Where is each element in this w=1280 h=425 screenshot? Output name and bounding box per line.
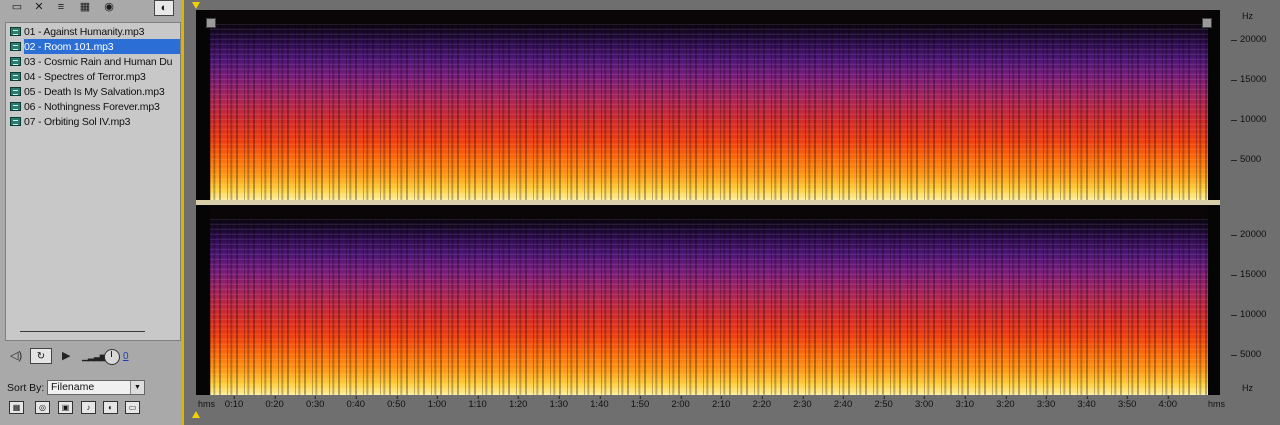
time-tick-label: 3:10 bbox=[955, 396, 975, 410]
time-unit-label: hms bbox=[198, 399, 216, 409]
open-folder-icon[interactable]: ▭ bbox=[10, 1, 24, 14]
loop-button[interactable]: ↻ bbox=[30, 348, 52, 364]
preview-transport: ◁) ↻ ▶ ▁▂▃▅ 0 bbox=[8, 348, 178, 366]
time-tick-label: 1:20 bbox=[508, 396, 528, 410]
playhead-marker-icon[interactable] bbox=[192, 411, 200, 418]
frequency-axis-bottom: Hz 20000 15000 10000 5000 bbox=[1220, 205, 1280, 395]
sort-label: Sort By: bbox=[7, 382, 45, 394]
hz-unit-label: Hz bbox=[1242, 383, 1253, 393]
speaker-icon[interactable]: ◁) bbox=[10, 349, 22, 363]
time-tick-label: 1:00 bbox=[427, 396, 447, 410]
list-item[interactable]: 05 - Death Is My Salvation.mp3 bbox=[24, 84, 180, 99]
time-tick-label: 0:30 bbox=[305, 396, 325, 410]
list-item[interactable]: 03 - Cosmic Rain and Human Du bbox=[24, 54, 180, 69]
volume-meter-icon: ▁▂▃▅ bbox=[82, 351, 107, 361]
audio-file-icon bbox=[10, 27, 21, 36]
list-item[interactable]: 06 - Nothingness Forever.mp3 bbox=[24, 99, 180, 114]
time-tick-label: 0:40 bbox=[346, 396, 366, 410]
time-tick-label: 3:00 bbox=[914, 396, 934, 410]
time-tick-label: 3:50 bbox=[1117, 396, 1137, 410]
audio-file-icon bbox=[10, 72, 21, 81]
play-icon[interactable]: ▶ bbox=[62, 349, 70, 363]
hz-tick-label: 20000 bbox=[1230, 34, 1267, 45]
sort-row: Sort By: Filename ▼ bbox=[7, 380, 182, 396]
close-file-icon[interactable]: ✕ bbox=[32, 1, 46, 14]
show-audio-icon[interactable]: ▦ bbox=[9, 401, 24, 414]
fade-out-handle[interactable] bbox=[1202, 18, 1212, 28]
playhead-marker-icon[interactable] bbox=[192, 2, 200, 9]
time-tick-label: 1:50 bbox=[630, 396, 650, 410]
horizontal-scrollbar[interactable] bbox=[20, 331, 145, 332]
insert-into-multitrack-icon[interactable]: ≡ bbox=[54, 1, 68, 14]
hz-tick-label: 20000 bbox=[1230, 229, 1267, 240]
list-item[interactable]: 01 - Against Humanity.mp3 bbox=[24, 24, 180, 39]
hz-tick-label: 5000 bbox=[1230, 349, 1262, 360]
chevron-down-icon[interactable]: ▼ bbox=[130, 381, 144, 394]
spectrogram-top-band bbox=[210, 10, 1208, 24]
files-toolbar: ▭ ✕ ≡ ▦ ◉ ◐ bbox=[8, 0, 178, 18]
hz-tick-label: 5000 bbox=[1230, 154, 1262, 165]
time-tick-label: 1:10 bbox=[468, 396, 487, 410]
sort-dropdown[interactable]: Filename ▼ bbox=[47, 380, 145, 395]
hz-tick-label: 15000 bbox=[1230, 74, 1267, 85]
audio-file-icon bbox=[10, 117, 21, 126]
time-tick-label: 2:30 bbox=[793, 396, 812, 410]
show-midi-icon[interactable]: ♪ bbox=[81, 401, 96, 414]
audio-file-icon bbox=[10, 57, 21, 66]
time-tick-label: 2:00 bbox=[671, 396, 690, 410]
time-tick-label: 1:40 bbox=[590, 396, 609, 410]
hz-tick-label: 15000 bbox=[1230, 269, 1267, 280]
spectrogram-image bbox=[210, 219, 1208, 395]
spectrogram-top-band bbox=[210, 205, 1208, 219]
show-video-icon[interactable]: ▣ bbox=[58, 401, 73, 414]
time-tick-label: 3:30 bbox=[1036, 396, 1056, 410]
autoplay-icon[interactable]: ◉ bbox=[102, 1, 116, 14]
time-tick-label: 0:20 bbox=[265, 396, 284, 410]
file-list[interactable]: 01 - Against Humanity.mp3 02 - Room 101.… bbox=[5, 22, 181, 341]
edit-file-icon[interactable]: ▦ bbox=[78, 1, 92, 14]
time-tick-label: 2:10 bbox=[711, 396, 731, 410]
time-tick-label: 0:10 bbox=[224, 396, 244, 410]
volume-knob[interactable] bbox=[104, 349, 120, 365]
spectrogram-image bbox=[210, 24, 1208, 200]
time-tick-label: 3:40 bbox=[1077, 396, 1096, 410]
fade-in-handle[interactable] bbox=[206, 18, 216, 28]
hz-unit-label: Hz bbox=[1242, 11, 1253, 21]
audio-file-icon bbox=[10, 42, 21, 51]
bottom-toolbar: ▦ ◎ ▣ ♪ ◐ ▭ bbox=[7, 401, 182, 417]
hz-tick-label: 10000 bbox=[1230, 309, 1267, 320]
time-tick-label: 2:40 bbox=[833, 396, 853, 410]
sort-selected-value: Filename bbox=[51, 381, 95, 393]
time-tick-label: 1:30 bbox=[549, 396, 569, 410]
audio-file-icon bbox=[10, 87, 21, 96]
loop-icon: ↻ bbox=[36, 350, 46, 362]
show-loop-icon[interactable]: ◎ bbox=[35, 401, 50, 414]
hz-tick-label: 10000 bbox=[1230, 114, 1267, 125]
audio-file-icon bbox=[10, 102, 21, 111]
frequency-axis-top: Hz 20000 15000 10000 5000 bbox=[1220, 10, 1280, 200]
time-tick-label: 3:20 bbox=[996, 396, 1015, 410]
time-tick-label: 2:50 bbox=[874, 396, 893, 410]
list-item-selected[interactable]: 02 - Room 101.mp3 bbox=[24, 39, 180, 54]
list-item[interactable]: 07 - Orbiting Sol IV.mp3 bbox=[24, 114, 180, 129]
time-tick-label: 4:00 bbox=[1158, 396, 1178, 410]
time-unit-label: hms bbox=[1208, 399, 1226, 409]
spectrogram-left-channel[interactable] bbox=[196, 10, 1220, 200]
show-filetype-icon[interactable]: ◐ bbox=[154, 0, 174, 16]
show-metadata-icon[interactable]: ▭ bbox=[125, 401, 140, 414]
show-full-path-icon[interactable]: ◐ bbox=[103, 401, 118, 414]
list-item[interactable]: 04 - Spectres of Terror.mp3 bbox=[24, 69, 180, 84]
spectrogram-right-channel[interactable] bbox=[196, 205, 1220, 395]
spectral-view[interactable]: Hz 20000 15000 10000 5000 Hz 20000 15000 10000 5… bbox=[184, 0, 1280, 425]
volume-value[interactable]: 0 bbox=[123, 351, 129, 362]
time-ruler[interactable]: hms 0:10 0:20 0:30 0:40 0:50 1:00 1:10 1:20 1:30 1… bbox=[196, 396, 1236, 411]
files-panel: ▭ ✕ ≡ ▦ ◉ ◐ 01 - Against Humanity.mp3 02… bbox=[0, 0, 184, 425]
time-tick-label: 2:20 bbox=[752, 396, 772, 410]
time-tick-label: 0:50 bbox=[387, 396, 406, 410]
